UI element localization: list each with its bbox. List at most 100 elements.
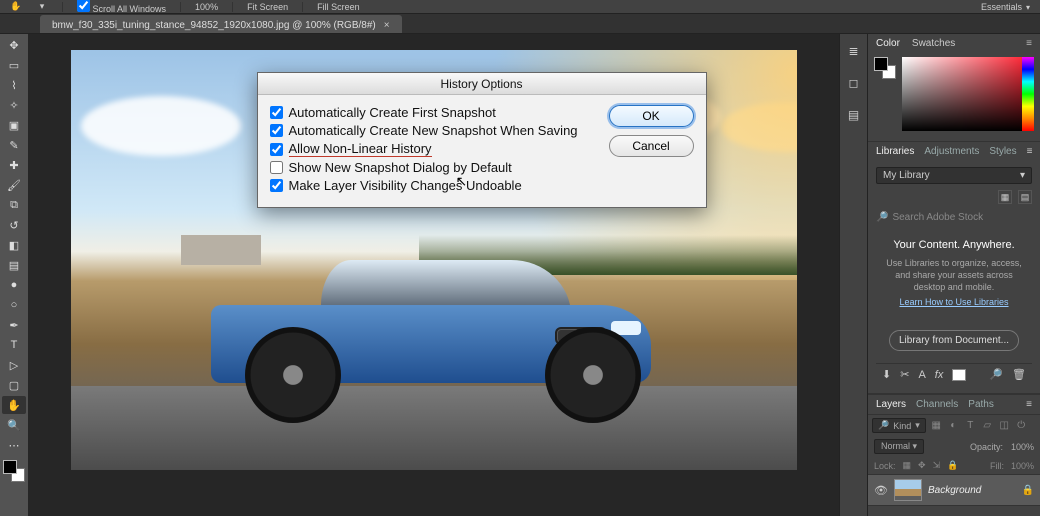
filter-shape-icon[interactable]: ▱ <box>981 419 994 432</box>
tool-history-brush[interactable]: ↺ <box>2 216 26 234</box>
option-label: Allow Non-Linear History <box>289 141 432 157</box>
add-graphic-icon[interactable]: ⬇ <box>882 368 891 381</box>
ok-button[interactable]: OK <box>609 105 694 127</box>
tab-color[interactable]: Color <box>876 38 900 49</box>
tool-zoom[interactable]: 🔍 <box>2 416 26 434</box>
checkbox[interactable] <box>270 143 283 156</box>
scroll-all-checkbox[interactable] <box>77 0 90 12</box>
layer-thumbnail[interactable] <box>894 479 922 501</box>
option-nonlinear-history[interactable]: Allow Non-Linear History <box>270 141 593 157</box>
libraries-search-icon[interactable]: 🔎 <box>989 368 1003 381</box>
fit-screen-button[interactable]: Fit Screen <box>247 2 288 12</box>
options-dropdown-icon[interactable]: ▾ <box>36 1 48 13</box>
tab-paths[interactable]: Paths <box>968 399 994 410</box>
tool-extra[interactable]: ⋯ <box>2 436 26 454</box>
tool-eraser[interactable]: ◧ <box>2 236 26 254</box>
lock-position-icon[interactable]: ✥ <box>918 460 926 471</box>
hue-slider[interactable] <box>1022 57 1034 131</box>
history-panel-icon[interactable]: ≣ <box>845 42 863 60</box>
add-text-icon[interactable]: A <box>918 369 925 381</box>
tab-layers[interactable]: Layers <box>876 399 906 410</box>
filter-toggle-icon[interactable]: ⏻ <box>1015 419 1028 432</box>
search-stock-input[interactable]: 🔎Search Adobe Stock <box>876 210 1032 225</box>
tool-gradient[interactable]: ▤ <box>2 256 26 274</box>
layer-row-background[interactable]: 👁 Background 🔒 <box>868 474 1040 506</box>
list-view-icon[interactable]: ▦ <box>998 190 1012 204</box>
tool-healing[interactable]: ✚ <box>2 156 26 174</box>
option-auto-snapshot-save[interactable]: Automatically Create New Snapshot When S… <box>270 123 593 138</box>
cancel-button[interactable]: Cancel <box>609 135 694 157</box>
checkbox[interactable] <box>270 106 283 119</box>
tool-shape[interactable]: ▢ <box>2 376 26 394</box>
layer-filter-kind[interactable]: 🔎Kind▾ <box>872 418 926 433</box>
search-icon: 🔎 <box>878 420 889 431</box>
tool-blur[interactable]: ● <box>2 276 26 294</box>
tool-path-select[interactable]: ▷ <box>2 356 26 374</box>
lock-artboard-icon[interactable]: ⇲ <box>933 460 941 471</box>
color-picker[interactable] <box>902 57 1034 139</box>
actions-panel-icon[interactable]: ▤ <box>845 106 863 124</box>
checkbox[interactable] <box>270 161 283 174</box>
document-tab[interactable]: bmw_f30_335i_tuning_stance_94852_1920x10… <box>40 15 402 33</box>
tool-magic-wand[interactable]: ✧ <box>2 96 26 114</box>
canvas-area[interactable]: History Options Automatically Create Fir… <box>28 34 839 516</box>
tool-move[interactable]: ✥ <box>2 36 26 54</box>
add-charstyle-icon[interactable]: ✂ <box>900 368 909 381</box>
tool-marquee[interactable]: ▭ <box>2 56 26 74</box>
color-fgbg-swatches[interactable] <box>874 57 896 79</box>
filter-type-icon[interactable]: T <box>964 419 977 432</box>
document-canvas[interactable]: History Options Automatically Create Fir… <box>71 50 797 470</box>
add-layerstyle-icon[interactable]: fx <box>935 369 944 381</box>
foreground-color-swatch[interactable] <box>3 460 17 474</box>
grid-view-icon[interactable]: ▤ <box>1018 190 1032 204</box>
tool-pen[interactable]: ✒ <box>2 316 26 334</box>
panel-menu-icon[interactable]: ≡ <box>1026 38 1032 49</box>
tab-swatches[interactable]: Swatches <box>912 38 955 49</box>
panel-menu-icon[interactable]: ≡ <box>1026 399 1032 410</box>
add-color-icon[interactable] <box>952 369 966 381</box>
library-select[interactable]: My Library▾ <box>876 167 1032 184</box>
layer-name[interactable]: Background <box>928 485 981 496</box>
checkbox[interactable] <box>270 124 283 137</box>
library-from-document-button[interactable]: Library from Document... <box>889 330 1019 351</box>
tool-dodge[interactable]: ○ <box>2 296 26 314</box>
lock-pixels-icon[interactable]: ▦ <box>903 460 912 471</box>
fill-screen-button[interactable]: Fill Screen <box>317 2 360 12</box>
workspace-switcher[interactable]: Essentials▾ <box>981 2 1030 12</box>
tool-lasso[interactable]: ⌇ <box>2 76 26 94</box>
tool-hand[interactable]: ✋ <box>2 396 26 414</box>
tool-stamp[interactable]: ⧉ <box>2 196 26 214</box>
fill-value[interactable]: 100% <box>1011 461 1034 471</box>
fg-swatch[interactable] <box>874 57 888 71</box>
tab-libraries[interactable]: Libraries <box>876 146 914 157</box>
scroll-all-windows-option[interactable]: Scroll All Windows <box>77 0 166 14</box>
document-tab-title: bmw_f30_335i_tuning_stance_94852_1920x10… <box>52 20 376 31</box>
option-show-snapshot-dialog[interactable]: Show New Snapshot Dialog by Default <box>270 160 593 175</box>
panel-menu-icon[interactable]: ≡ <box>1027 146 1033 157</box>
saturation-value-field[interactable] <box>902 57 1032 131</box>
zoom-level-button[interactable]: 100% <box>195 2 218 12</box>
option-layer-visibility-undo[interactable]: Make Layer Visibility Changes Undoable <box>270 178 593 193</box>
tool-brush[interactable]: 🖌 <box>2 176 26 194</box>
tool-crop[interactable]: ▣ <box>2 116 26 134</box>
option-auto-first-snapshot[interactable]: Automatically Create First Snapshot <box>270 105 593 120</box>
filter-pixel-icon[interactable]: ▦ <box>930 419 943 432</box>
properties-panel-icon[interactable]: ◻ <box>845 74 863 92</box>
library-select-label: My Library <box>883 170 930 181</box>
opacity-value[interactable]: 100% <box>1011 442 1034 452</box>
visibility-toggle-icon[interactable]: 👁 <box>874 484 888 497</box>
checkbox[interactable] <box>270 179 283 192</box>
tool-type[interactable]: T <box>2 336 26 354</box>
lock-all-icon[interactable]: 🔒 <box>947 460 958 471</box>
foreground-background-swatches[interactable] <box>3 460 25 482</box>
filter-adjust-icon[interactable]: ◐ <box>947 419 960 432</box>
learn-libraries-link[interactable]: Learn How to Use Libraries <box>899 297 1008 307</box>
tab-adjustments[interactable]: Adjustments <box>924 146 979 157</box>
close-tab-icon[interactable]: × <box>384 20 390 31</box>
blend-mode-select[interactable]: Normal ▾ <box>874 439 924 454</box>
tab-channels[interactable]: Channels <box>916 399 958 410</box>
delete-icon[interactable]: 🗑 <box>1012 368 1026 381</box>
tab-styles[interactable]: Styles <box>989 146 1016 157</box>
filter-smart-icon[interactable]: ◫ <box>998 419 1011 432</box>
tool-eyedropper[interactable]: ✎ <box>2 136 26 154</box>
